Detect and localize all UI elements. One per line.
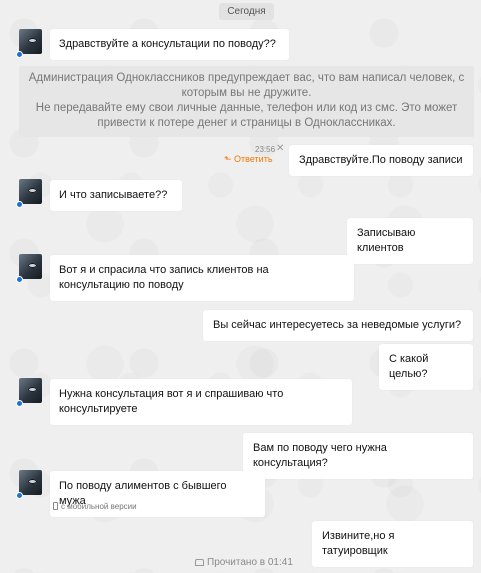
warning-line-2: Не передавайте ему свои личные данные, т… xyxy=(35,102,458,129)
message-incoming: Нужна консультация вот я и спрашиваю что… xyxy=(50,379,352,425)
mobile-version-note: с мобильной версии xyxy=(53,502,137,511)
message-text: Вам по поводу чего нужна консультация? xyxy=(253,442,387,469)
message-outgoing: Здравствуйте.По поводу записи xyxy=(289,145,473,176)
message-text: С какой целью? xyxy=(389,353,429,380)
message-text: И что записываете?? xyxy=(59,189,168,201)
online-status-dot xyxy=(16,400,23,407)
message-text: Вы сейчас интересуетесь за неведомые усл… xyxy=(213,319,462,331)
message-incoming: Вот я и спрасила что запись клиентов на … xyxy=(50,255,354,301)
online-status-dot xyxy=(16,201,23,208)
envelope-icon xyxy=(195,559,204,566)
message-outgoing: Извините,но я татуировщик xyxy=(312,521,473,567)
avatar-eye xyxy=(28,38,37,43)
read-status-text: Прочитано в 01:41 xyxy=(207,557,293,568)
message-outgoing: Вы сейчас интересуетесь за неведомые усл… xyxy=(203,310,473,341)
message-outgoing: С какой целью? xyxy=(379,344,473,390)
message-text-line-2: консультируете xyxy=(59,403,138,415)
message-outgoing: Вам по поводу чего нужна консультация? xyxy=(243,433,473,479)
phone-icon xyxy=(53,502,58,510)
message-text: Извините,но я татуировщик xyxy=(322,530,395,557)
message-text: Здравствуйте.По поводу записи xyxy=(299,154,463,166)
avatar[interactable] xyxy=(19,470,42,495)
message-text: Здравствуйте а консультации по поводу?? xyxy=(59,38,276,50)
message-text-line-1: Нужна консультация вот я и спрашиваю что xyxy=(59,388,284,400)
avatar-eye xyxy=(28,263,37,268)
avatar-eye xyxy=(28,387,37,392)
date-divider: Сегодня xyxy=(219,3,274,20)
read-status: Прочитано в 01:41 xyxy=(195,557,293,568)
warning-line-1: Администрация Одноклассников предупрежда… xyxy=(28,72,465,99)
message-incoming: Здравствуйте а консультации по поводу?? xyxy=(50,29,289,60)
avatar[interactable] xyxy=(19,254,42,279)
online-status-dot xyxy=(16,492,23,499)
message-time: 23:56 xyxy=(255,145,276,154)
avatar[interactable] xyxy=(19,378,42,403)
avatar-eye xyxy=(28,479,37,484)
security-warning: Администрация Одноклассников предупрежда… xyxy=(19,66,474,137)
close-icon[interactable]: ✕ xyxy=(276,143,284,154)
mobile-version-label: с мобильной версии xyxy=(61,502,137,511)
message-text: Записываю клиентов xyxy=(357,227,416,254)
avatar[interactable] xyxy=(19,29,42,54)
message-incoming: И что записываете?? xyxy=(50,180,182,211)
reply-button[interactable]: ⬑ Ответить xyxy=(224,154,273,165)
online-status-dot xyxy=(16,276,23,283)
avatar-eye xyxy=(28,188,37,193)
reply-label: Ответить xyxy=(234,154,273,164)
message-outgoing: Записываю клиентов xyxy=(347,218,473,264)
online-status-dot xyxy=(16,51,23,58)
reply-arrow-icon: ⬑ xyxy=(224,154,232,164)
message-text-line-2: консультацию по поводу xyxy=(59,279,184,291)
message-text-line-1: Вот я и спрасила что запись клиентов на xyxy=(59,264,269,276)
avatar[interactable] xyxy=(19,179,42,204)
